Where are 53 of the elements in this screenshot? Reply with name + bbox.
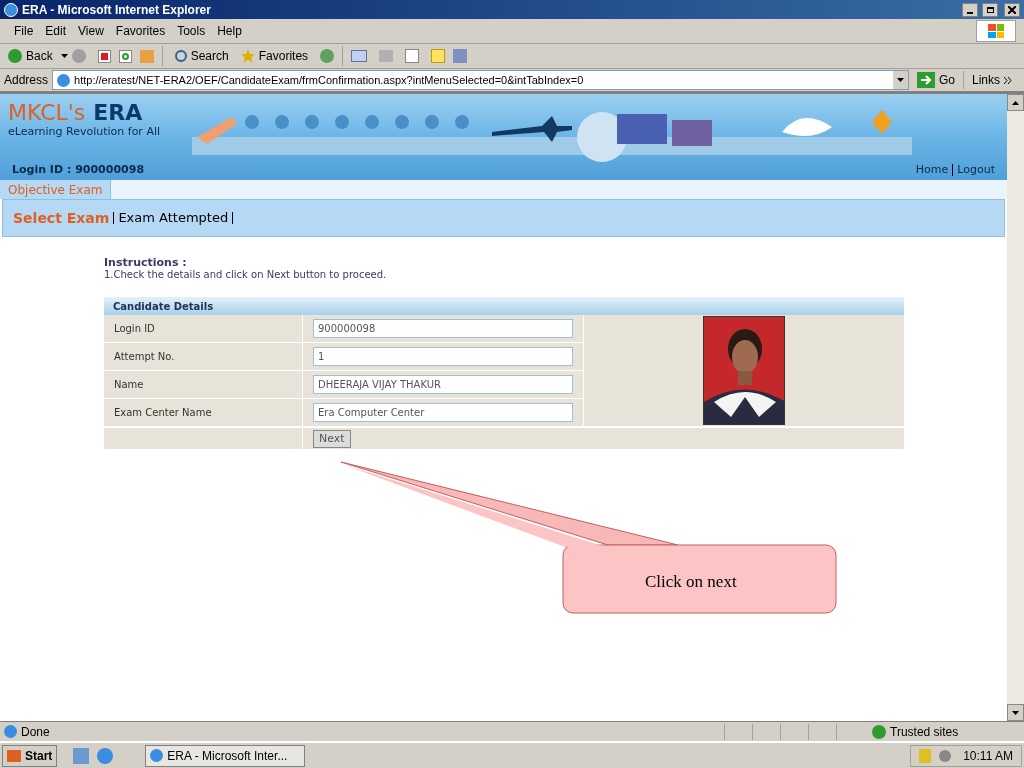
dropdown-button[interactable] bbox=[892, 71, 908, 89]
logo-text: MKCL's bbox=[8, 102, 86, 124]
sub-navigation-link[interactable]: Exam Attempted bbox=[118, 208, 229, 228]
callout-text: Click on next bbox=[645, 571, 737, 593]
status-text: Done bbox=[21, 723, 51, 741]
scrollbar[interactable] bbox=[1007, 94, 1024, 721]
table-cell: Exam Center Name bbox=[104, 399, 303, 426]
menu-item[interactable]: Tools bbox=[171, 22, 212, 40]
section-header: Candidate Details bbox=[104, 297, 904, 315]
table-cell: Name bbox=[104, 371, 303, 398]
clock: 10:11 AM bbox=[963, 747, 1013, 765]
login-id: Login ID : 900000098 bbox=[12, 162, 145, 178]
restore-button[interactable] bbox=[982, 2, 998, 17]
minimize-button[interactable] bbox=[962, 2, 978, 17]
menu-item[interactable]: Edit bbox=[39, 22, 73, 40]
favorites-button[interactable]: Favorites bbox=[236, 47, 313, 65]
header-link[interactable]: Logout bbox=[957, 162, 995, 179]
menu-item[interactable]: Favorites bbox=[109, 22, 172, 40]
header-link[interactable]: Home bbox=[915, 162, 949, 179]
close-icon bbox=[1008, 5, 1016, 14]
arrow-icon bbox=[916, 72, 935, 88]
go-button[interactable]: Go bbox=[912, 71, 959, 89]
tagline: eLearning Revolution for All bbox=[8, 124, 161, 140]
table-cell: Attempt No. bbox=[104, 343, 303, 370]
zone-text: Trusted sites bbox=[890, 723, 960, 741]
input-field[interactable]: Era Computer Center bbox=[313, 403, 573, 422]
instructions-title: Instructions : bbox=[104, 257, 188, 269]
caret-icon bbox=[896, 78, 904, 82]
input-field[interactable]: 1 bbox=[313, 347, 573, 366]
stop-icon[interactable] bbox=[97, 49, 111, 63]
start-button[interactable]: Start bbox=[2, 744, 58, 767]
close-button[interactable] bbox=[1004, 2, 1020, 17]
input-field[interactable]: 900000098 bbox=[313, 319, 573, 338]
menu-item[interactable]: View bbox=[72, 22, 110, 40]
input-field[interactable]: DHEERAJA VIJAY THAKUR bbox=[313, 375, 573, 394]
caret-icon bbox=[1012, 710, 1019, 715]
address-field[interactable]: http://eratest/NET-ERA2/OEF/CandidateExam/frmConfirmation.aspx?intMenuSelected=0&intTabIndex=0 bbox=[52, 70, 909, 90]
links-button[interactable]: Links bbox=[963, 71, 1020, 89]
logo-mark: ERA bbox=[93, 102, 143, 124]
table-cell: Login ID bbox=[104, 315, 303, 342]
menu-item[interactable]: File bbox=[8, 22, 40, 40]
menu-item[interactable]: Help bbox=[211, 22, 248, 40]
address-label: Address bbox=[4, 72, 49, 89]
chevron-icon bbox=[1004, 76, 1012, 84]
caret-icon bbox=[1012, 100, 1019, 105]
search-button[interactable]: Search bbox=[170, 47, 233, 65]
caret-icon bbox=[60, 54, 68, 58]
taskbar-button[interactable]: ERA - Microsoft Inter... bbox=[145, 744, 306, 767]
window-title: ERA - Microsoft Internet Explorer bbox=[22, 1, 211, 19]
next-button[interactable]: Next bbox=[313, 429, 351, 448]
back-button[interactable]: Back bbox=[4, 47, 57, 65]
star-icon bbox=[240, 49, 255, 63]
instructions-text: 1.Check the details and click on Next button to proceed. bbox=[104, 269, 388, 281]
